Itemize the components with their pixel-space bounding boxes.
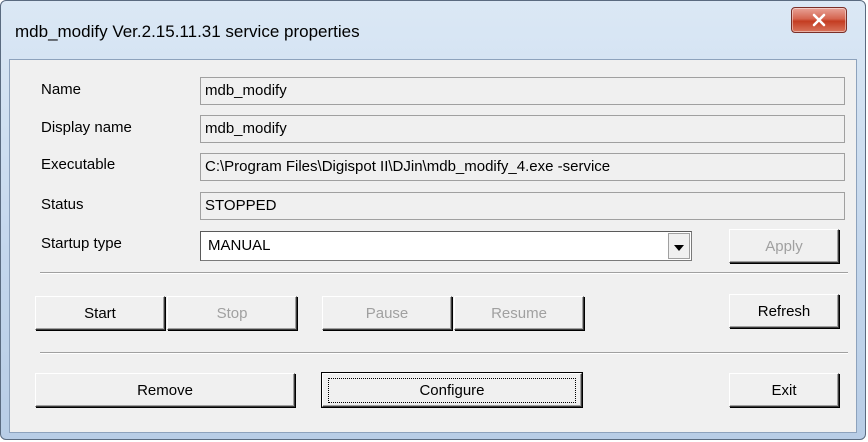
window-title: mdb_modify Ver.2.15.11.31 service proper… bbox=[15, 22, 360, 41]
startup-type-label: Startup type bbox=[41, 235, 122, 252]
resume-button[interactable]: Resume bbox=[454, 296, 584, 330]
startup-type-select[interactable]: MANUAL bbox=[200, 231, 692, 261]
configure-label: Configure bbox=[419, 381, 485, 399]
refresh-button[interactable]: Refresh bbox=[729, 294, 839, 328]
status-field[interactable]: STOPPED bbox=[200, 192, 845, 220]
pause-button[interactable]: Pause bbox=[322, 296, 452, 330]
title-bar[interactable]: mdb_modify Ver.2.15.11.31 service proper… bbox=[1, 1, 865, 59]
executable-field[interactable]: C:\Program Files\Digispot II\DJin\mdb_mo… bbox=[200, 153, 845, 181]
dropdown-button[interactable] bbox=[668, 233, 690, 259]
separator-top bbox=[40, 272, 848, 274]
exit-button[interactable]: Exit bbox=[729, 373, 839, 407]
name-field[interactable]: mdb_modify bbox=[200, 77, 845, 105]
status-label: Status bbox=[41, 196, 84, 213]
start-button[interactable]: Start bbox=[35, 296, 165, 330]
service-properties-window: mdb_modify Ver.2.15.11.31 service proper… bbox=[0, 0, 866, 440]
close-icon bbox=[811, 13, 827, 27]
apply-button[interactable]: Apply bbox=[729, 229, 839, 263]
configure-button[interactable]: Configure bbox=[322, 373, 582, 407]
name-label: Name bbox=[41, 81, 82, 98]
display-name-field[interactable]: mdb_modify bbox=[200, 115, 845, 143]
separator-bottom bbox=[40, 352, 848, 354]
executable-label: Executable bbox=[41, 156, 116, 173]
remove-button[interactable]: Remove bbox=[35, 373, 295, 407]
chevron-down-icon bbox=[674, 238, 684, 255]
stop-button[interactable]: Stop bbox=[167, 296, 297, 330]
display-name-label: Display name bbox=[41, 119, 132, 136]
close-button[interactable] bbox=[791, 7, 847, 33]
startup-type-value: MANUAL bbox=[208, 237, 271, 254]
dialog-client-area: Name mdb_modify Display name mdb_modify … bbox=[9, 59, 857, 433]
focus-indicator: Configure bbox=[328, 377, 576, 403]
